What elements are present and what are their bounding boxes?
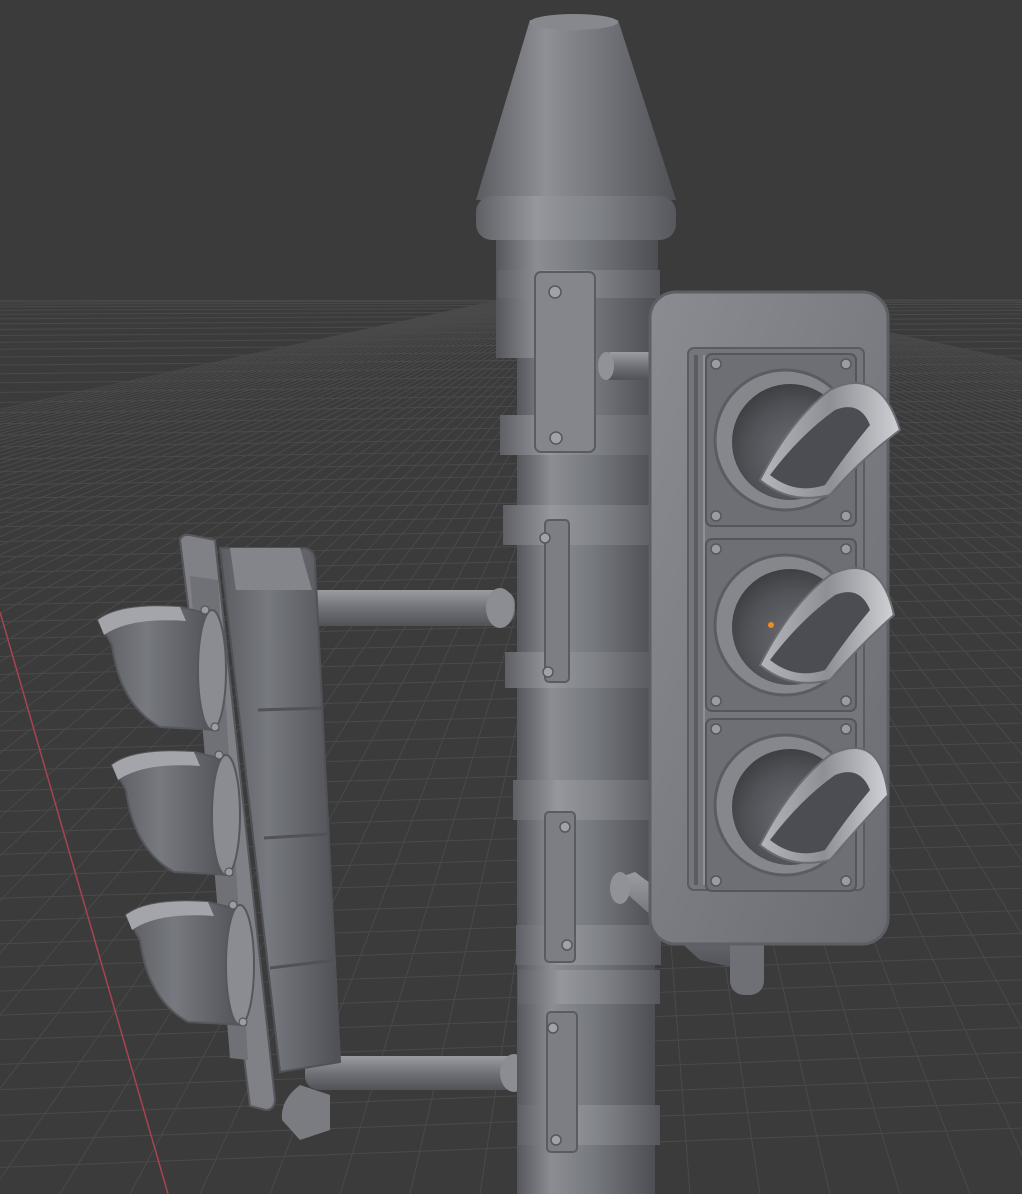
3d-viewport[interactable]	[0, 0, 1022, 1194]
left-lamp-section[interactable]	[124, 900, 255, 1027]
traffic-light-left[interactable]	[96, 533, 342, 1112]
left-lamp-section[interactable]	[96, 605, 227, 732]
origin-marker	[768, 622, 774, 628]
left-upper-arm[interactable]	[300, 588, 515, 628]
